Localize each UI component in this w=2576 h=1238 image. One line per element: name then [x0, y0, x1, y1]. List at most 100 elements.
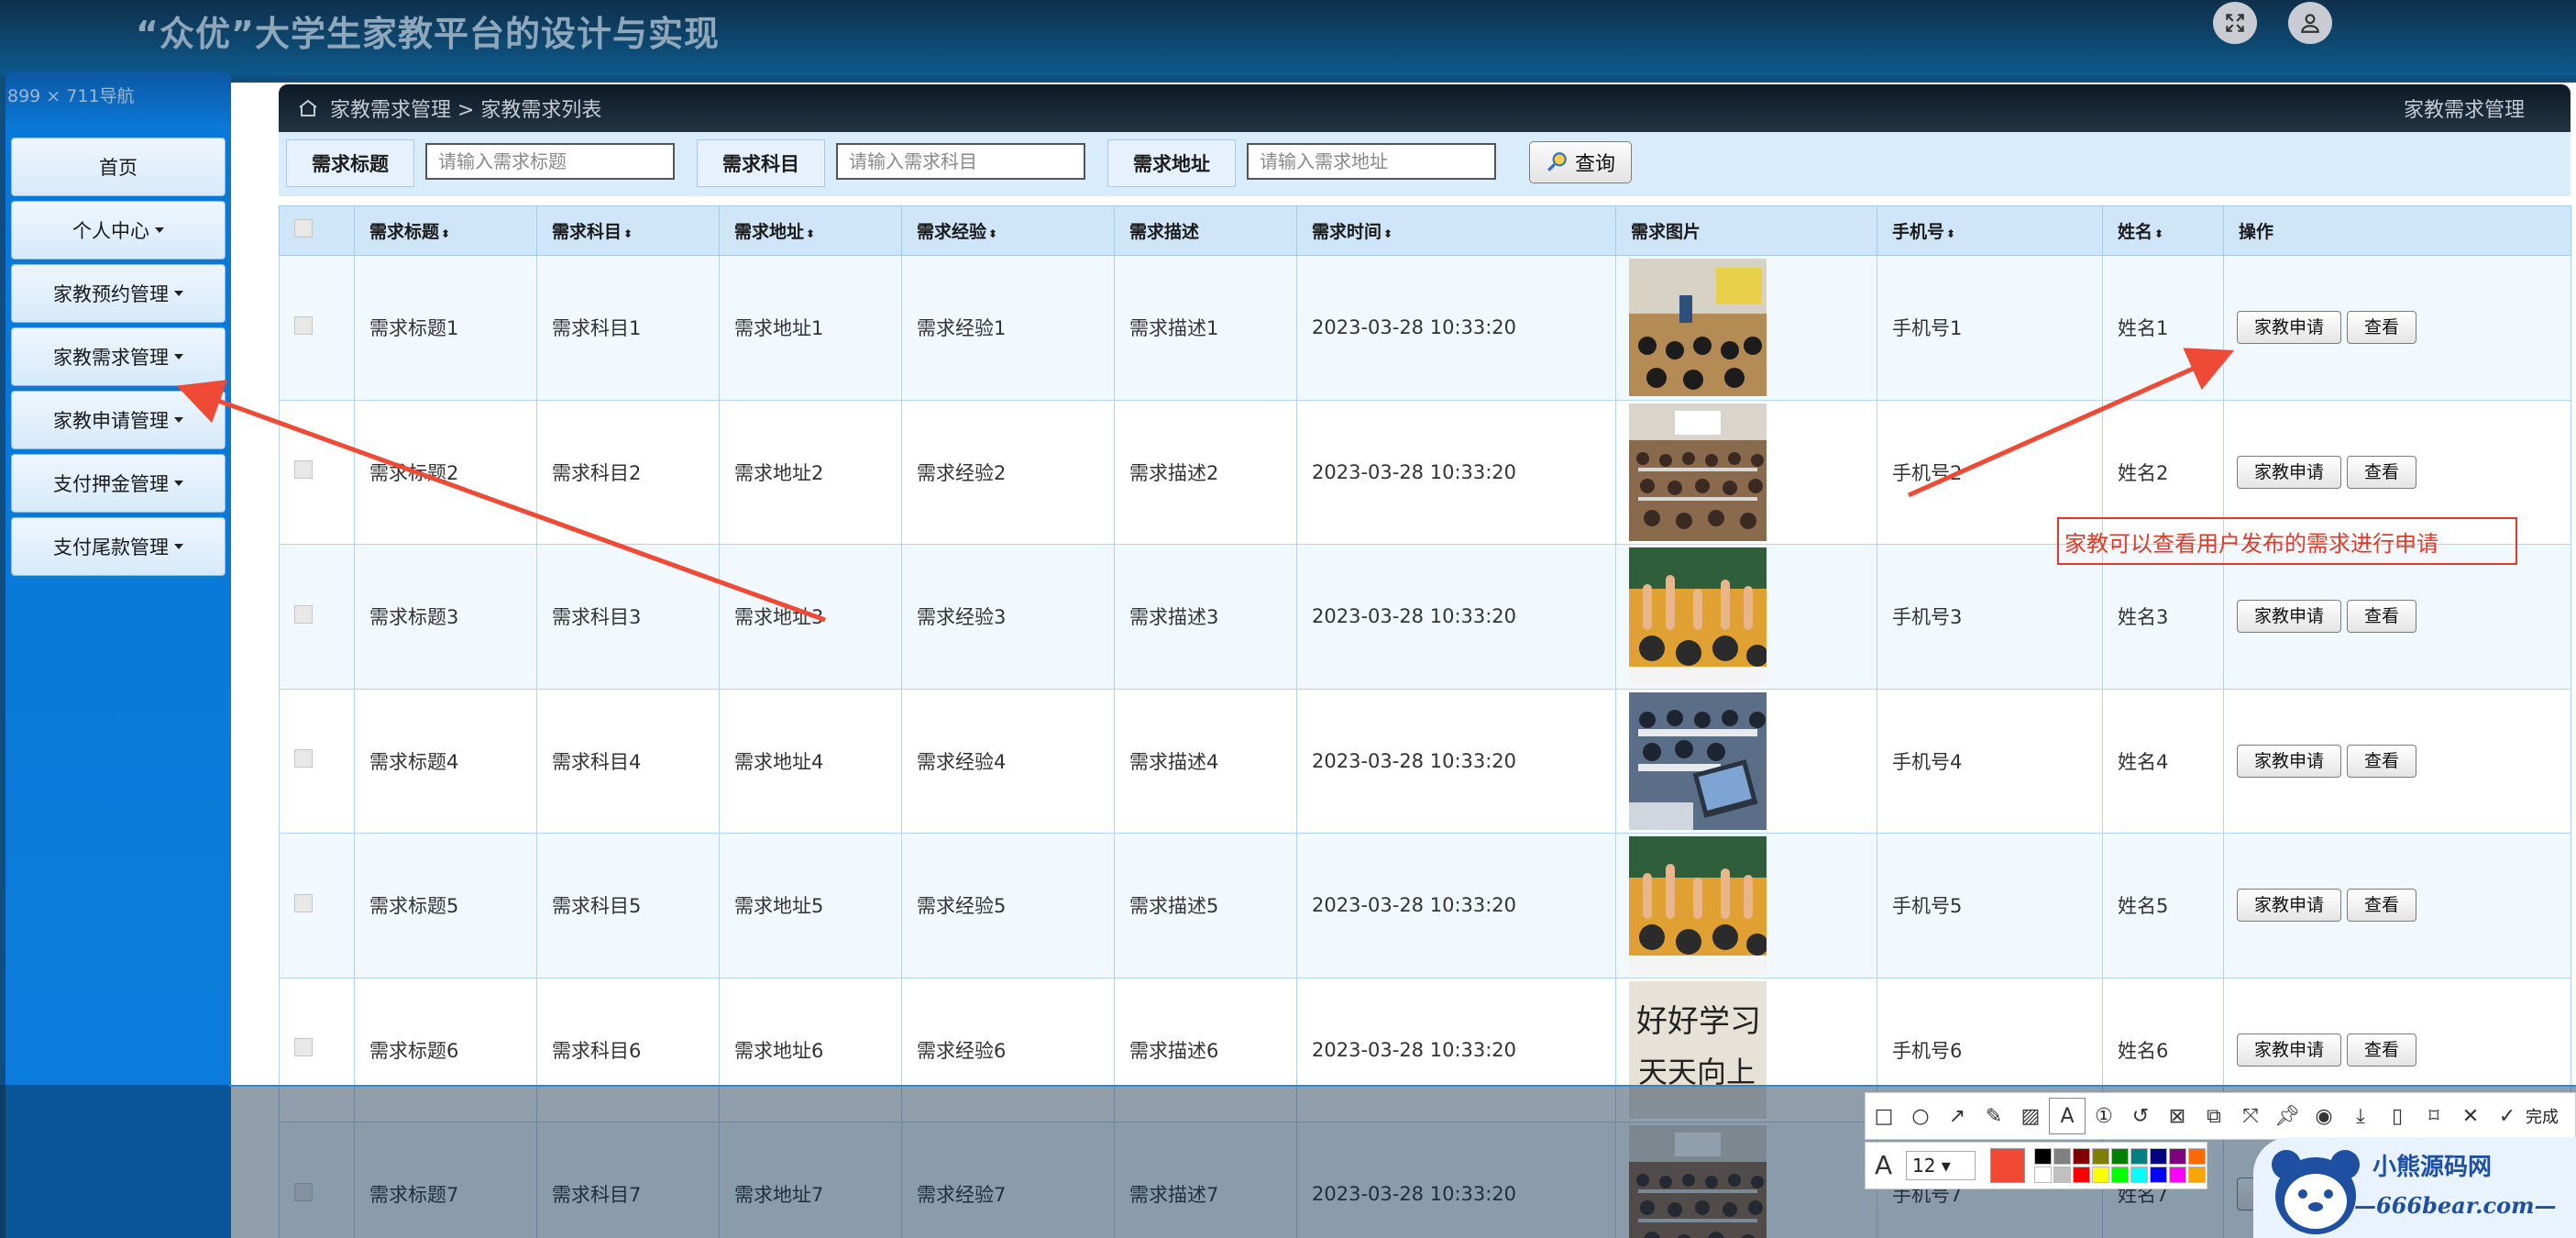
- cell-subject: 需求科目2: [536, 399, 720, 545]
- sidebar-item-application[interactable]: 家教申请管理: [11, 391, 226, 449]
- column-header[interactable]: 需求时间 ⬍: [1296, 205, 1616, 256]
- color-swatch[interactable]: [2188, 1148, 2206, 1165]
- arrow-tool-icon[interactable]: ↗: [1939, 1098, 1976, 1134]
- cell-address: 需求地址5: [719, 833, 902, 978]
- color-swatch[interactable]: [2111, 1148, 2129, 1165]
- cell-image: [1615, 833, 1877, 978]
- row-select-cell: [279, 399, 355, 545]
- query-button[interactable]: 查询: [1529, 141, 1632, 183]
- row-checkbox[interactable]: [294, 460, 313, 480]
- column-header[interactable]: 需求经验 ⬍: [901, 205, 1115, 256]
- column-header[interactable]: 需求科目 ⬍: [536, 205, 720, 256]
- apply-button[interactable]: 家教申请: [2237, 311, 2342, 345]
- apply-button[interactable]: 家教申请: [2237, 1033, 2342, 1067]
- apply-button[interactable]: 家教申请: [2237, 600, 2342, 634]
- color-swatch[interactable]: [2073, 1166, 2090, 1183]
- undo-icon[interactable]: ↺: [2122, 1098, 2159, 1134]
- done-label[interactable]: 完成: [2526, 1104, 2559, 1128]
- color-swatch[interactable]: [2150, 1148, 2167, 1165]
- address-search-input[interactable]: [1247, 143, 1496, 180]
- column-header[interactable]: 手机号 ⬍: [1877, 205, 2103, 256]
- record-icon[interactable]: ◉: [2306, 1098, 2342, 1134]
- select-all-header: [279, 205, 355, 256]
- sidebar: 首页 个人中心 家教预约管理 家教需求管理 家教申请管理 支付押金管理 支付尾款…: [6, 72, 231, 1238]
- color-swatch[interactable]: [2150, 1166, 2167, 1183]
- demand-image[interactable]: [1629, 691, 1877, 830]
- number-tool-icon[interactable]: ①: [2086, 1098, 2122, 1134]
- color-swatch[interactable]: [2130, 1148, 2148, 1165]
- color-swatch[interactable]: [2034, 1166, 2052, 1183]
- select-all-checkbox[interactable]: [294, 219, 313, 238]
- demand-image[interactable]: [1629, 836, 1877, 975]
- row-checkbox[interactable]: [294, 749, 313, 768]
- color-swatch[interactable]: [2188, 1166, 2206, 1183]
- sidebar-item-demand[interactable]: 家教需求管理: [11, 327, 226, 386]
- row-checkbox[interactable]: [294, 604, 313, 624]
- mosaic-tool-icon[interactable]: ▨: [2012, 1098, 2049, 1134]
- row-checkbox[interactable]: [294, 1038, 313, 1057]
- cell-phone: 手机号4: [1877, 688, 2103, 834]
- color-swatch[interactable]: [2073, 1148, 2090, 1165]
- color-swatch[interactable]: [2053, 1148, 2071, 1165]
- subject-search-input[interactable]: [836, 143, 1085, 180]
- apply-button[interactable]: 家教申请: [2237, 744, 2342, 778]
- pen-tool-icon[interactable]: ✎: [1976, 1098, 2012, 1134]
- view-button[interactable]: 查看: [2347, 889, 2417, 923]
- title-search-input[interactable]: [425, 143, 675, 180]
- cell-subject: 需求科目3: [536, 544, 720, 690]
- color-swatch[interactable]: [2169, 1166, 2186, 1183]
- check-icon[interactable]: ✓: [2489, 1098, 2526, 1134]
- color-swatch[interactable]: [2092, 1166, 2109, 1183]
- home-icon[interactable]: [297, 97, 319, 119]
- view-button[interactable]: 查看: [2347, 744, 2417, 778]
- sidebar-item-home[interactable]: 首页: [11, 138, 226, 196]
- download-icon[interactable]: ⤓: [2342, 1098, 2379, 1134]
- bookmark-icon[interactable]: ⌑: [2416, 1098, 2452, 1134]
- ellipse-tool-icon[interactable]: ○: [1902, 1098, 1939, 1134]
- demand-image[interactable]: [1629, 259, 1877, 397]
- color-swatch[interactable]: [2130, 1166, 2148, 1183]
- column-header[interactable]: 需求标题 ⬍: [354, 205, 537, 256]
- row-checkbox[interactable]: [294, 315, 313, 335]
- breadcrumb-bar: 家教需求管理 > 家教需求列表 家教需求管理: [279, 84, 2570, 132]
- view-button[interactable]: 查看: [2347, 600, 2417, 634]
- column-header[interactable]: 姓名 ⬍: [2102, 205, 2224, 256]
- cell-phone: 手机号5: [1877, 833, 2103, 978]
- breadcrumb: 家教需求管理 > 家教需求列表: [297, 94, 601, 123]
- close-icon[interactable]: ✕: [2452, 1098, 2489, 1134]
- sidebar-item-booking[interactable]: 家教预约管理: [11, 264, 226, 323]
- view-button[interactable]: 查看: [2347, 1033, 2417, 1067]
- caret-down-icon: [155, 227, 164, 233]
- apply-button[interactable]: 家教申请: [2237, 455, 2342, 489]
- scroll-capture-icon[interactable]: ⤧: [2232, 1098, 2269, 1134]
- apply-button[interactable]: 家教申请: [2237, 889, 2342, 923]
- fullscreen-icon[interactable]: [2213, 2, 2257, 44]
- sidebar-item-personal-center[interactable]: 个人中心: [11, 201, 226, 260]
- sidebar-item-deposit[interactable]: 支付押金管理: [11, 454, 226, 513]
- current-color-swatch[interactable]: [1990, 1148, 2025, 1183]
- phone-icon[interactable]: ▯: [2379, 1098, 2416, 1134]
- view-button[interactable]: 查看: [2347, 311, 2417, 345]
- color-swatch[interactable]: [2053, 1166, 2071, 1183]
- font-size-select[interactable]: 12 ▾: [1906, 1151, 1976, 1180]
- view-button[interactable]: 查看: [2347, 455, 2417, 489]
- cell-name: 姓名5: [2102, 833, 2224, 978]
- ocr-icon[interactable]: ⊠: [2159, 1098, 2196, 1134]
- demand-image[interactable]: [1629, 403, 1877, 541]
- sidebar-item-final-payment[interactable]: 支付尾款管理: [11, 517, 226, 576]
- color-swatch[interactable]: [2111, 1166, 2129, 1183]
- rectangle-tool-icon[interactable]: □: [1866, 1098, 1902, 1134]
- pin-icon[interactable]: 📌︎: [2269, 1098, 2306, 1134]
- text-tool-icon[interactable]: A: [2049, 1098, 2086, 1134]
- address-search-label: 需求地址: [1107, 139, 1236, 187]
- color-swatch[interactable]: [2034, 1148, 2052, 1165]
- user-icon[interactable]: [2288, 2, 2332, 44]
- column-header[interactable]: 需求地址 ⬍: [719, 205, 902, 256]
- translate-icon[interactable]: ⧉: [2196, 1098, 2232, 1134]
- color-swatch[interactable]: [2092, 1148, 2109, 1165]
- sort-icon: ⬍: [1383, 227, 1393, 240]
- row-checkbox[interactable]: [294, 893, 313, 912]
- demand-image[interactable]: [1629, 547, 1877, 686]
- cell-actions: 家教申请查看: [2223, 255, 2571, 401]
- color-swatch[interactable]: [2169, 1148, 2186, 1165]
